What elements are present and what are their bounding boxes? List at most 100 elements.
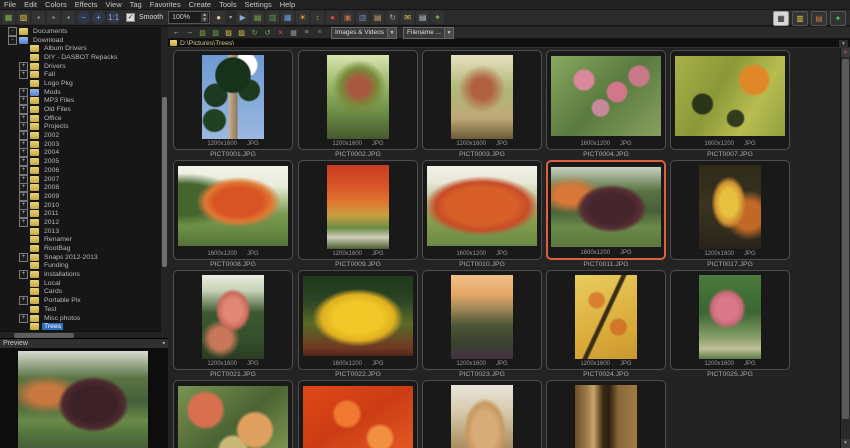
thumbnail-pict0001[interactable]: 1200x1600 JPG xyxy=(173,50,293,150)
tree-expander-icon[interactable]: - xyxy=(8,35,17,45)
tree-item-snaps-2012-2013[interactable]: + Snaps 2012-2013 xyxy=(0,252,168,262)
tree-item-test[interactable]: +Test xyxy=(0,305,168,314)
menu-colors[interactable]: Colors xyxy=(41,0,71,9)
scroll-down-arrow[interactable]: ▼ xyxy=(841,439,850,448)
tree-item-2012[interactable]: +2012 xyxy=(0,217,168,227)
red-eye-icon[interactable]: ● xyxy=(326,11,340,24)
tree-item-cards[interactable]: +Cards xyxy=(0,288,168,297)
tree-expander-icon[interactable]: + xyxy=(19,157,28,167)
thumbnail-pict0024[interactable]: 1200x1600 JPG xyxy=(546,270,666,370)
filter-dropdown-arrow[interactable]: ▼ xyxy=(387,27,397,38)
email-icon[interactable]: ✉ xyxy=(401,11,415,24)
zoom-combo[interactable]: 100% ▲ ▼ xyxy=(168,11,211,24)
tree-item-renamer[interactable]: +Renamer xyxy=(0,236,168,245)
sort-dropdown-arrow[interactable]: ▼ xyxy=(444,27,453,38)
copy-to-icon[interactable]: ▤ xyxy=(251,11,265,24)
tree-item-2011[interactable]: +2011 xyxy=(0,209,168,219)
zoom-in-icon[interactable]: + xyxy=(92,11,105,24)
tree-expander-icon[interactable]: - xyxy=(8,27,17,36)
tree-item-logo-pkg[interactable]: +Logo Pkg xyxy=(0,79,168,88)
menu-file[interactable]: File xyxy=(0,0,20,9)
tree-expander-icon[interactable]: + xyxy=(19,61,28,71)
back-icon[interactable]: ← xyxy=(171,28,182,38)
crop-icon[interactable]: ▣ xyxy=(341,11,355,24)
menu-tools[interactable]: Tools xyxy=(215,0,241,9)
tree-item-misc-photos[interactable]: + Misc photos xyxy=(0,313,168,323)
view-details-icon[interactable]: ≡ xyxy=(314,28,325,38)
smooth-checkbox[interactable]: ✓ xyxy=(126,13,135,22)
tree-item-drivers[interactable]: + Drivers xyxy=(0,61,168,71)
fullscreen-button[interactable]: ✦ xyxy=(830,11,846,26)
view-thumbnails-icon[interactable]: ▦ xyxy=(288,28,299,38)
favorites-folder-icon[interactable]: ▨ xyxy=(236,28,247,38)
tree-item-album-drivers[interactable]: +Album Drivers xyxy=(0,44,168,53)
sync-icon[interactable]: ↺ xyxy=(262,28,273,38)
menu-create[interactable]: Create xyxy=(185,0,216,9)
tree-expander-icon[interactable]: + xyxy=(19,270,28,280)
tree-expander-icon[interactable]: + xyxy=(19,313,28,323)
tree-expander-icon[interactable]: + xyxy=(19,209,28,219)
grid-scrollbar[interactable]: ▲ ▼ xyxy=(840,48,850,448)
thumbnail-pict0004[interactable]: 1600x1200 JPG xyxy=(546,50,666,150)
tree-item-2013[interactable]: +2013 xyxy=(0,227,168,236)
tree-expander-icon[interactable]: + xyxy=(19,139,28,149)
thumbnail-pict0003[interactable]: 1200x1600 JPG xyxy=(422,50,542,150)
menu-help[interactable]: Help xyxy=(276,0,299,9)
thumbnail-row4-col4[interactable] xyxy=(546,380,666,448)
address-bar[interactable]: D:\Pictures\Trees\ ▼ xyxy=(168,39,850,48)
tree-item-old-files[interactable]: + Old Files xyxy=(0,105,168,115)
thumbnail-row4-col1[interactable] xyxy=(173,380,293,448)
tree-item-office[interactable]: + Office xyxy=(0,113,168,123)
tree-expander-icon[interactable]: + xyxy=(19,122,28,132)
scroll-up-arrow[interactable]: ▲ xyxy=(841,48,850,57)
thumbnail-pict0025[interactable]: 1200x1600 JPG xyxy=(670,270,790,370)
new-folder-icon[interactable]: ▨ xyxy=(210,28,221,38)
tree-expander-icon[interactable]: + xyxy=(19,174,28,184)
tree-item-2010[interactable]: +2010 xyxy=(0,200,168,210)
thumbnail-pict0011[interactable]: 1600x1200 JPG xyxy=(546,160,666,260)
tree-item-rootbag[interactable]: +RootBag xyxy=(0,244,168,253)
grid-scrollbar-thumb[interactable] xyxy=(842,59,849,419)
tree-item-mods[interactable]: + Mods xyxy=(0,87,168,97)
actual-size-icon[interactable]: 1:1 xyxy=(107,11,120,24)
tree-item-projects[interactable]: + Projects xyxy=(0,122,168,132)
tree-expander-icon[interactable]: + xyxy=(19,96,28,106)
tree-item-2002[interactable]: +2002 xyxy=(0,131,168,141)
thumbnail-row4-col2[interactable] xyxy=(298,380,418,448)
tree-scrollbar[interactable] xyxy=(161,27,168,338)
view-list-icon[interactable]: ≡ xyxy=(301,28,312,38)
tree-expander-icon[interactable]: + xyxy=(19,105,28,115)
file-filter-dropdown[interactable]: Images & Videos ▼ xyxy=(331,26,398,39)
tree-item-download[interactable]: - Download xyxy=(0,35,168,45)
tree-item-2004[interactable]: +2004 xyxy=(0,148,168,158)
tree-expander-icon[interactable]: + xyxy=(19,131,28,141)
layout-browser-button[interactable]: ▦ xyxy=(773,11,789,26)
thumbnail-pict0007[interactable]: 1600x1200 JPG xyxy=(670,50,790,150)
tree-expander-icon[interactable]: + xyxy=(19,217,28,227)
address-dropdown-arrow[interactable]: ▼ xyxy=(839,40,848,47)
hand-tool-icon[interactable]: ● xyxy=(212,11,226,24)
menu-favorites[interactable]: Favorites xyxy=(146,0,185,9)
thumbnail-pict0010[interactable]: 1600x1200 JPG xyxy=(422,160,542,260)
tree-item-2006[interactable]: +2006 xyxy=(0,165,168,175)
tree-item-portable-pix[interactable]: + Portable Pix xyxy=(0,296,168,306)
rotate-icon[interactable]: ↻ xyxy=(386,11,400,24)
folder-icon[interactable]: ▨ xyxy=(223,28,234,38)
zoom-spinner[interactable]: ▲ ▼ xyxy=(201,13,209,22)
thumbnail-pict0009[interactable]: 1200x1600 JPG xyxy=(298,160,418,260)
menu-effects[interactable]: Effects xyxy=(71,0,102,9)
tree-expander-icon[interactable]: + xyxy=(19,148,28,158)
resize-icon[interactable]: ↕ xyxy=(311,11,325,24)
tree-item-installations[interactable]: + Installations xyxy=(0,270,168,280)
menu-view[interactable]: View xyxy=(102,0,126,9)
tree-expander-icon[interactable]: + xyxy=(19,165,28,175)
tree-item-2003[interactable]: +2003 xyxy=(0,139,168,149)
tree-item-2007[interactable]: +2007 xyxy=(0,174,168,184)
sort-dropdown[interactable]: Filename ... ▼ xyxy=(403,26,454,39)
settings-icon[interactable]: ✦ xyxy=(431,11,445,24)
tree-expander-icon[interactable]: + xyxy=(19,252,28,262)
menu-tag[interactable]: Tag xyxy=(126,0,146,9)
tree-item-diy-dasbot-repacks[interactable]: +DIY - DASBOT Repacks xyxy=(0,53,168,62)
thumbnail-pict0021[interactable]: 1200x1600 JPG xyxy=(173,270,293,370)
tree-item-2005[interactable]: +2005 xyxy=(0,157,168,167)
